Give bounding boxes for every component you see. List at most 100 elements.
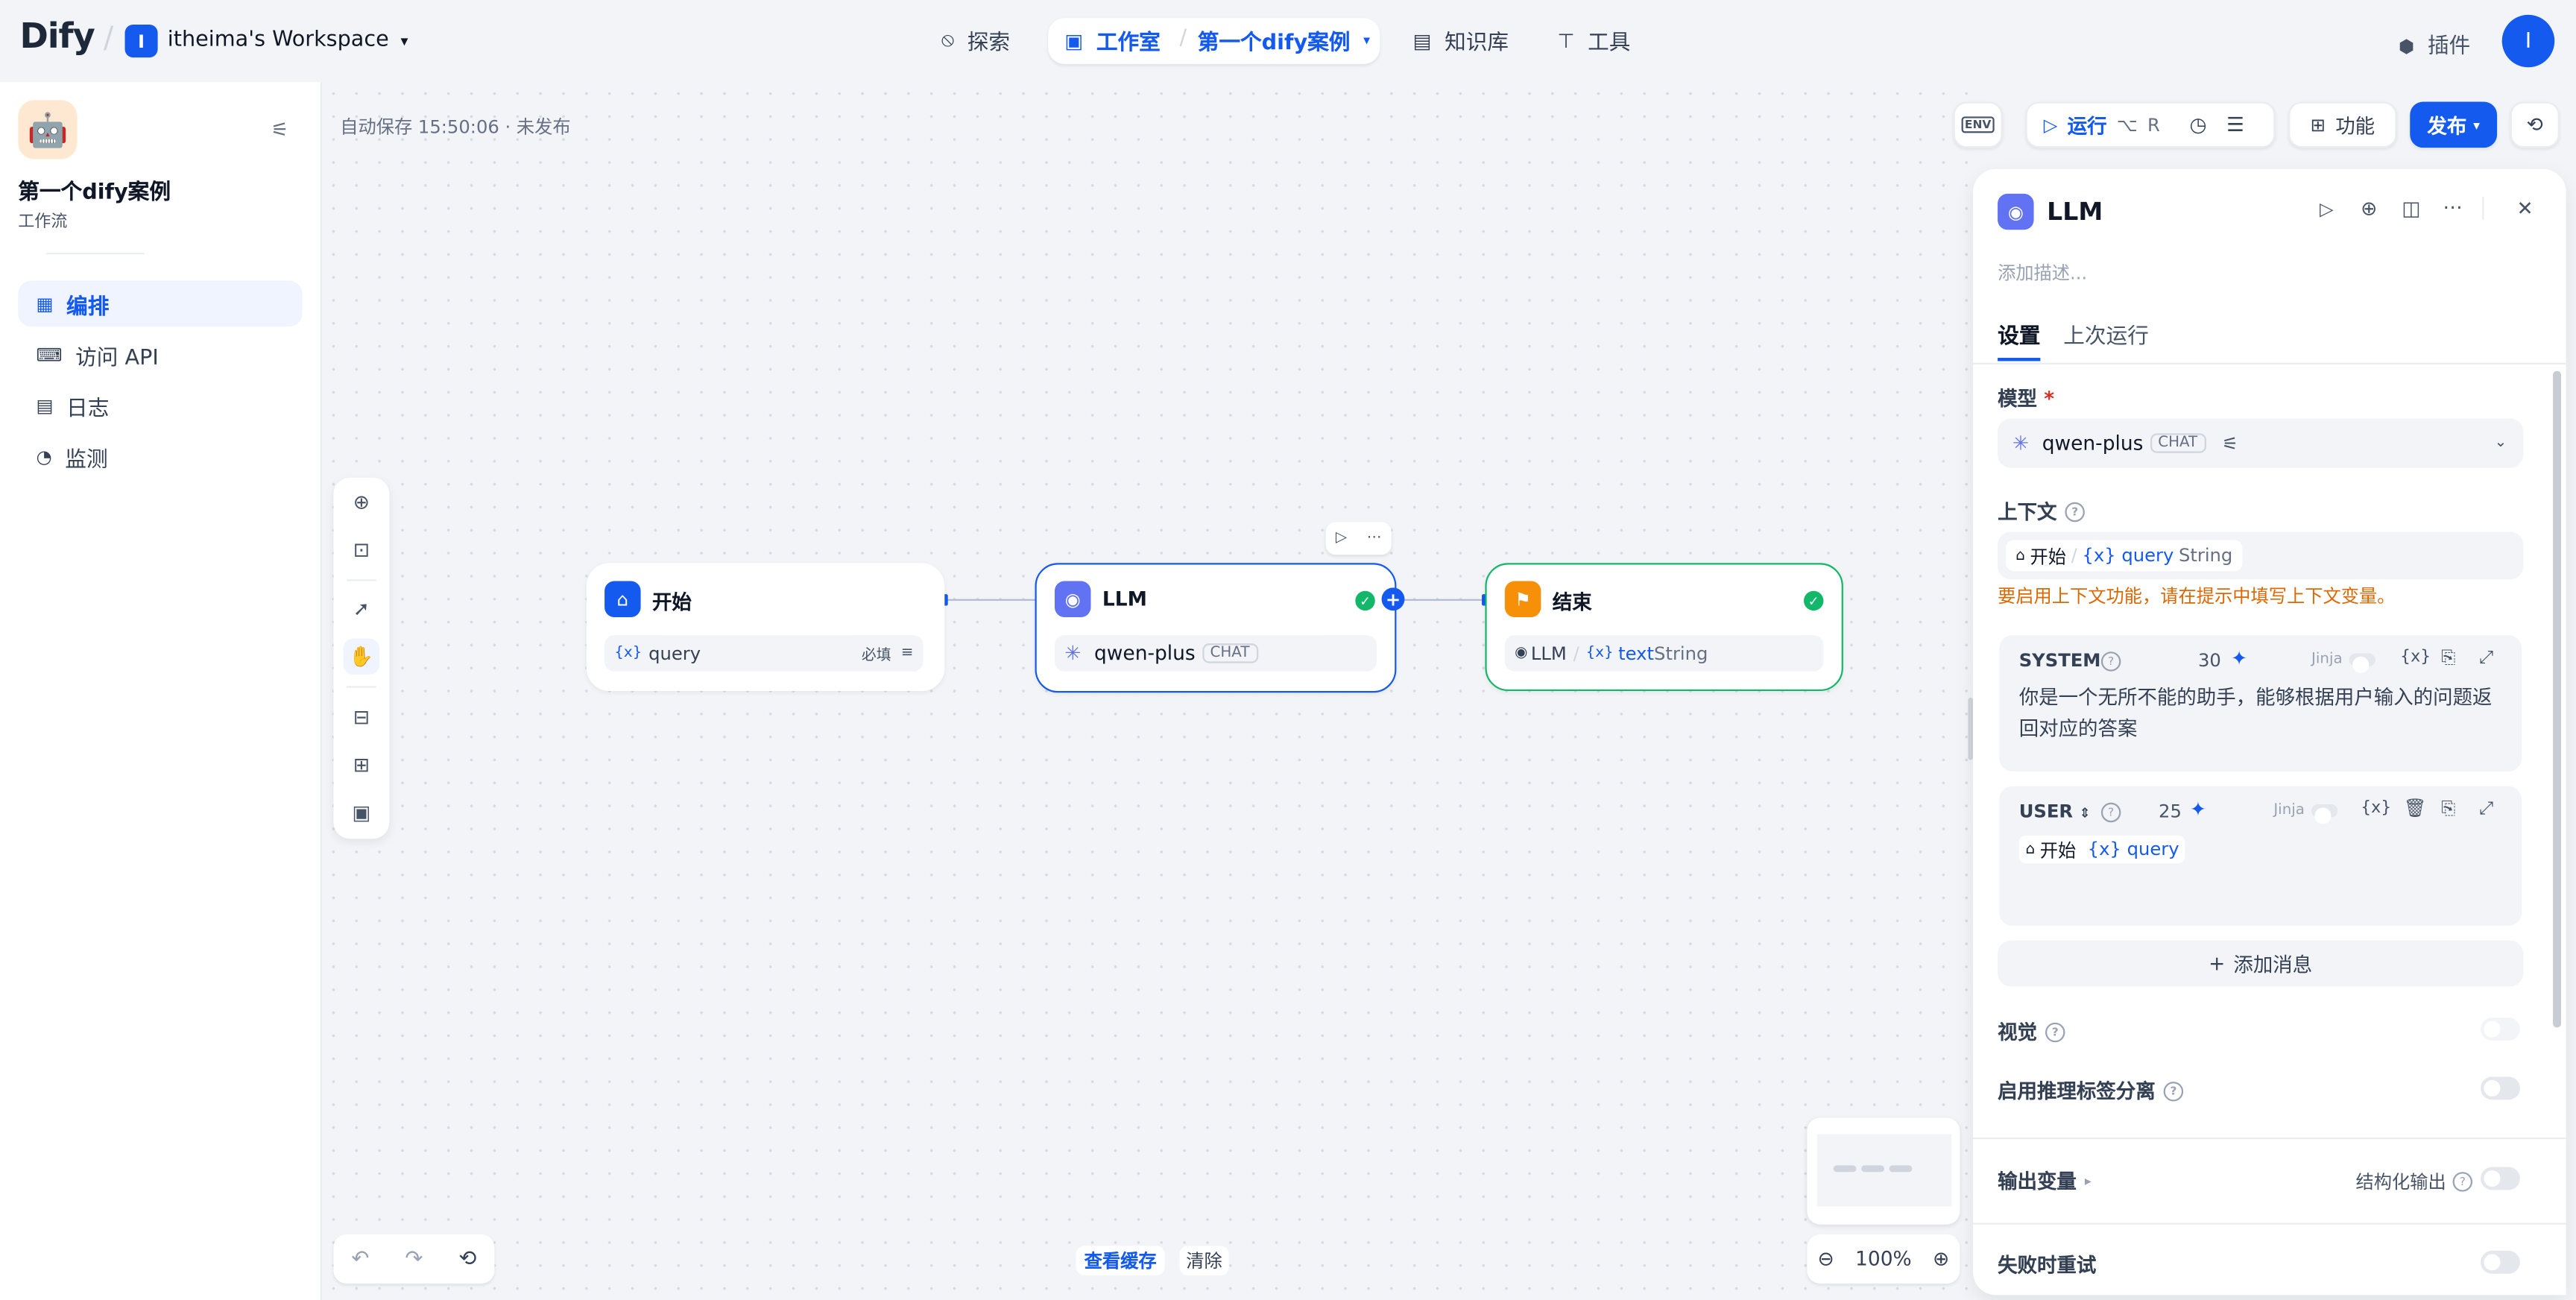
context-var-chip[interactable]: ⌂ 开始 / {x} query String (2006, 540, 2243, 572)
redo-icon[interactable]: ↷ (405, 1246, 423, 1271)
divider (45, 253, 145, 255)
app-switcher[interactable]: 第一个dify案例 ▾ (1198, 25, 1370, 56)
add-note-icon[interactable]: ⊡ (344, 531, 379, 567)
more-icon[interactable]: ⋯ (1367, 530, 1382, 546)
export-image-icon[interactable]: ⊟ (344, 699, 379, 735)
play-icon[interactable]: ▷ (1336, 530, 1347, 546)
reasoning-label: 启用推理标签分离 ? (1998, 1077, 2184, 1105)
split-view-icon[interactable]: ◫ (2402, 197, 2420, 220)
minimap-icon[interactable]: ▣ (344, 795, 379, 830)
run-toolbar: ▷ 运行 ⌥ R ◷ ☰ (2025, 101, 2276, 148)
avatar[interactable]: I (2501, 14, 2555, 68)
sparkle-icon[interactable]: ✦ (2190, 798, 2206, 821)
nav-knowledge[interactable]: ▤ 知识库 (1412, 25, 1509, 56)
sidebar-item-api[interactable]: ⌨ 访问 API (18, 332, 302, 378)
jinja-toggle[interactable] (2349, 653, 2375, 673)
dify-logo[interactable]: Dify (19, 16, 95, 56)
jinja-toggle[interactable] (2311, 804, 2338, 824)
tab-last-run[interactable]: 上次运行 (2063, 318, 2149, 350)
node-settings-panel: ◉ LLM ▷ ⊕ ◫ ⋯ ✕ 添加描述... 设置 上次运行 模型 * ✳ q… (1973, 168, 2566, 1296)
app-type: 工作流 (18, 213, 68, 232)
context-selector[interactable]: ⌂ 开始 / {x} query String (1998, 531, 2524, 580)
undo-icon[interactable]: ↶ (351, 1246, 369, 1271)
sparkle-icon[interactable]: ✦ (2231, 647, 2247, 670)
view-cache-button[interactable]: 查看缓存 (1076, 1246, 1165, 1275)
undo-redo-bar: ↶ ↷ ⟲ (333, 1234, 495, 1284)
tab-settings[interactable]: 设置 (1998, 318, 2040, 350)
node-llm[interactable]: ◉ LLM ✓ ✳ qwen-plus CHAT (1035, 563, 1397, 693)
play-icon[interactable]: ▷ (2320, 198, 2334, 220)
expand-icon[interactable]: ⤢ (2479, 798, 2493, 821)
workspace-badge[interactable]: I (124, 25, 158, 58)
retry-toggle[interactable] (2481, 1250, 2520, 1274)
help-icon[interactable]: ? (2065, 501, 2085, 522)
user-var-chip[interactable]: ⌂ 开始 {x} query (2018, 835, 2186, 864)
divider (1973, 1137, 2566, 1140)
workspace-switcher[interactable]: itheima's Workspace ▾ (168, 28, 408, 52)
history-icon[interactable]: ⟲ (458, 1246, 476, 1271)
add-next-node-icon[interactable]: + (1381, 587, 1405, 611)
help-icon[interactable]: ? (2045, 1021, 2065, 1042)
help-icon[interactable]: ? (2163, 1081, 2184, 1101)
hand-icon[interactable]: ✋ (343, 638, 380, 675)
help-circle-icon[interactable]: ⊕ (2361, 197, 2377, 220)
llm-icon: ◉ (1998, 193, 2034, 230)
scrollbar-thumb[interactable] (2553, 370, 2562, 1028)
end-output-field: ◉ LLM / {x} text String (1504, 635, 1824, 672)
clipboard-icon[interactable]: ⎘ (2441, 647, 2455, 670)
system-role-label: SYSTEM (2018, 649, 2101, 672)
vision-toggle[interactable] (2481, 1017, 2520, 1041)
reasoning-toggle[interactable] (2481, 1076, 2520, 1100)
nav-tools[interactable]: ⊤ 工具 (1557, 25, 1630, 56)
history-run-icon[interactable]: ◷ (2190, 113, 2207, 136)
qwen-logo-icon: ✳ (1064, 641, 1082, 665)
node-start[interactable]: ⌂ 开始 {x} query 必填 ≡ (586, 563, 945, 692)
system-prompt-text[interactable]: 你是一个无所不能的助手，能够根据用户输入的问题返回对应的答案 (2019, 683, 2499, 745)
expand-icon[interactable]: ⤢ (2479, 647, 2493, 670)
help-icon[interactable]: ? (2100, 802, 2121, 823)
zoom-out-icon[interactable]: ⊖ (1818, 1248, 1834, 1271)
nav-studio[interactable]: ▣ 工作室 (1064, 25, 1161, 56)
var-name: query (648, 643, 701, 664)
sidebar-item-label: 日志 (66, 396, 110, 421)
panel-resize-handle[interactable] (1968, 697, 1974, 760)
version-history-button[interactable]: ⟲ (2510, 101, 2560, 148)
panel-title[interactable]: LLM (2047, 197, 2103, 227)
output-vars-section[interactable]: 输出变量 ▸ (1998, 1167, 2092, 1195)
sliders-icon[interactable]: ⚟ (271, 119, 289, 142)
add-message-button[interactable]: + 添加消息 (1998, 940, 2524, 987)
nav-explore[interactable]: ⦸ 探索 (941, 25, 1010, 55)
pointer-icon[interactable]: ➚ (344, 591, 379, 627)
trash-icon[interactable]: 🗑 (2403, 798, 2426, 819)
node-end[interactable]: ⚑ 结束 ✓ ◉ LLM / {x} text String (1485, 563, 1843, 692)
help-icon[interactable]: ? (2100, 651, 2121, 672)
more-icon[interactable]: ⋯ (2443, 195, 2462, 218)
sidebar-item-monitor[interactable]: ◔ 监测 (18, 433, 302, 479)
organize-blocks-icon[interactable]: ⊞ (344, 747, 379, 783)
clipboard-icon[interactable]: ⎘ (2441, 798, 2455, 821)
run-button[interactable]: 运行 (2068, 111, 2107, 139)
add-node-icon[interactable]: ⊕ (344, 485, 379, 520)
clear-button[interactable]: 清除 (1179, 1246, 1229, 1275)
plugins-button[interactable]: ⬢ 插件 (2399, 28, 2470, 59)
app-sidebar: 🤖 ⚟ 第一个dify案例 工作流 ▦ 编排 ⌨ 访问 API ▤ 日志 ◔ 监… (0, 82, 322, 1300)
insert-variable-button[interactable]: {x} (2400, 649, 2431, 666)
zoom-in-icon[interactable]: ⊕ (1933, 1248, 1949, 1271)
publish-button[interactable]: 发布 ▾ (2410, 101, 2498, 148)
shortcut-key: R (2147, 114, 2160, 136)
sidebar-item-logs[interactable]: ▤ 日志 (18, 382, 302, 429)
sidebar-item-orchestrate[interactable]: ▦ 编排 (18, 280, 303, 327)
description-input[interactable]: 添加描述... (1998, 259, 2087, 285)
user-role-selector[interactable]: USER ⇕ (2019, 801, 2091, 823)
insert-variable-button[interactable]: {x} (2361, 799, 2391, 817)
env-button[interactable]: ENV (1953, 101, 2003, 148)
features-button[interactable]: ⊞ 功能 (2288, 101, 2397, 148)
model-selector[interactable]: ✳ qwen-plus CHAT ⚟ ⌄ (1998, 418, 2524, 468)
zoom-level[interactable]: 100% (1855, 1248, 1912, 1271)
close-icon[interactable]: ✕ (2517, 197, 2534, 220)
minimap[interactable] (1807, 1117, 1960, 1225)
model-params-icon[interactable]: ⚟ (2222, 432, 2238, 454)
help-icon[interactable]: ? (2452, 1172, 2473, 1192)
structured-output-toggle[interactable] (2481, 1167, 2520, 1190)
checklist-icon[interactable]: ☰ (2226, 113, 2244, 136)
